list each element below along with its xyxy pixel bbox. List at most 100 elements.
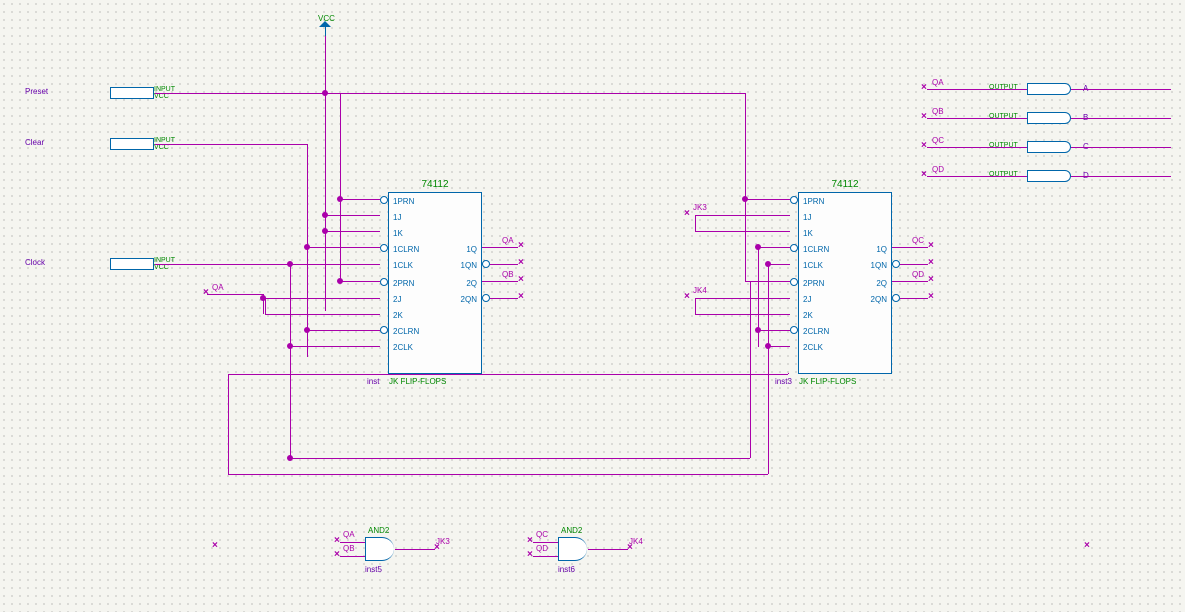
net-jk4: JK4 bbox=[693, 286, 707, 295]
pin: 2K bbox=[393, 311, 403, 320]
wire bbox=[695, 215, 696, 231]
wire bbox=[155, 93, 745, 94]
wire bbox=[228, 374, 788, 375]
pin: 1Q bbox=[466, 245, 477, 254]
gate-type: AND2 bbox=[561, 526, 582, 535]
pin: 2CLK bbox=[803, 343, 823, 352]
chip-part: 74112 bbox=[799, 179, 891, 190]
wire bbox=[290, 458, 750, 459]
wire bbox=[340, 199, 380, 200]
net-end: × bbox=[334, 535, 340, 546]
gate-inB: QB bbox=[343, 544, 355, 553]
pin: 1CLK bbox=[803, 261, 823, 270]
pin: 2QN bbox=[871, 295, 887, 304]
bubble bbox=[482, 294, 490, 302]
wire bbox=[490, 264, 518, 265]
pin: 2CLRN bbox=[803, 327, 829, 336]
out-type: OUTPUT bbox=[989, 113, 1018, 120]
net-end: × bbox=[518, 291, 524, 302]
out-net: QD bbox=[932, 165, 944, 174]
input-name: Preset bbox=[25, 87, 48, 96]
pin: 1K bbox=[803, 229, 813, 238]
pin: 1CLRN bbox=[803, 245, 829, 254]
gate-inst: inst5 bbox=[365, 565, 382, 574]
bubble bbox=[380, 278, 388, 286]
bubble bbox=[482, 260, 490, 268]
net-jk3: JK3 bbox=[693, 203, 707, 212]
net-end: × bbox=[518, 274, 524, 285]
net-qa: QA bbox=[502, 236, 514, 245]
pin: 2J bbox=[803, 295, 811, 304]
wire bbox=[307, 144, 308, 357]
out-type: OUTPUT bbox=[989, 142, 1018, 149]
net-end: × bbox=[928, 291, 934, 302]
wire bbox=[788, 373, 789, 374]
chip-inst: inst bbox=[367, 377, 379, 386]
gate-inA: QC bbox=[536, 530, 548, 539]
input-sub: VCC bbox=[154, 264, 169, 271]
wire bbox=[395, 549, 435, 550]
pin: 1J bbox=[803, 213, 811, 222]
bubble bbox=[380, 244, 388, 252]
pin: 2K bbox=[803, 311, 813, 320]
pin: 1QN bbox=[871, 261, 887, 270]
net-end: × bbox=[527, 535, 533, 546]
wire bbox=[768, 264, 790, 265]
pin: 1K bbox=[393, 229, 403, 238]
wire bbox=[695, 314, 790, 315]
wire bbox=[265, 298, 380, 299]
junction bbox=[337, 196, 343, 202]
wire bbox=[758, 330, 790, 331]
output-port-C: OUTPUT bbox=[1027, 141, 1071, 153]
wire bbox=[325, 231, 380, 232]
bubble bbox=[380, 326, 388, 334]
net-end: × bbox=[527, 549, 533, 560]
net-end: × bbox=[928, 240, 934, 251]
wire bbox=[1071, 118, 1171, 119]
junction bbox=[322, 228, 328, 234]
out-net: QC bbox=[932, 136, 944, 145]
junction bbox=[304, 244, 310, 250]
wire bbox=[228, 474, 768, 475]
input-name: Clear bbox=[25, 138, 44, 147]
junction bbox=[304, 327, 310, 333]
gate-type: AND2 bbox=[368, 526, 389, 535]
wire bbox=[768, 264, 769, 474]
wire bbox=[900, 264, 928, 265]
net-end: × bbox=[1084, 540, 1090, 551]
wire bbox=[750, 281, 751, 458]
wire bbox=[340, 556, 365, 557]
net-end: × bbox=[921, 140, 927, 151]
junction bbox=[755, 244, 761, 250]
pin: 1QN bbox=[461, 261, 477, 270]
wire bbox=[340, 542, 365, 543]
net-end: × bbox=[334, 549, 340, 560]
gate-inA: QA bbox=[343, 530, 355, 539]
pin: 2Q bbox=[876, 279, 887, 288]
output-port-D: OUTPUT bbox=[1027, 170, 1071, 182]
out-net: QB bbox=[932, 107, 944, 116]
wire bbox=[900, 298, 928, 299]
pin: 1PRN bbox=[393, 197, 414, 206]
chip-desc: JK FLIP-FLOPS bbox=[799, 377, 900, 386]
chip-74112-2: 74112 inst3 JK FLIP-FLOPS 1PRN 1J 1K 1CL… bbox=[798, 192, 892, 374]
pin: 1Q bbox=[876, 245, 887, 254]
junction bbox=[765, 261, 771, 267]
out-net: QA bbox=[932, 78, 944, 87]
wire bbox=[290, 264, 291, 458]
wire bbox=[325, 215, 380, 216]
wire bbox=[155, 144, 307, 145]
net-end: × bbox=[212, 540, 218, 551]
wire bbox=[290, 264, 380, 265]
junction bbox=[287, 261, 293, 267]
vcc-label: VCC bbox=[318, 14, 335, 23]
pin: 1J bbox=[393, 213, 401, 222]
net-qc: QC bbox=[912, 236, 924, 245]
schematic-canvas[interactable]: { "vcc": { "label": "VCC" }, "inputs": {… bbox=[0, 0, 1185, 612]
input-type: INPUT bbox=[154, 257, 175, 264]
pin: 2J bbox=[393, 295, 401, 304]
wire bbox=[695, 298, 790, 299]
wire bbox=[307, 330, 380, 331]
pin: 2Q bbox=[466, 279, 477, 288]
junction bbox=[287, 343, 293, 349]
